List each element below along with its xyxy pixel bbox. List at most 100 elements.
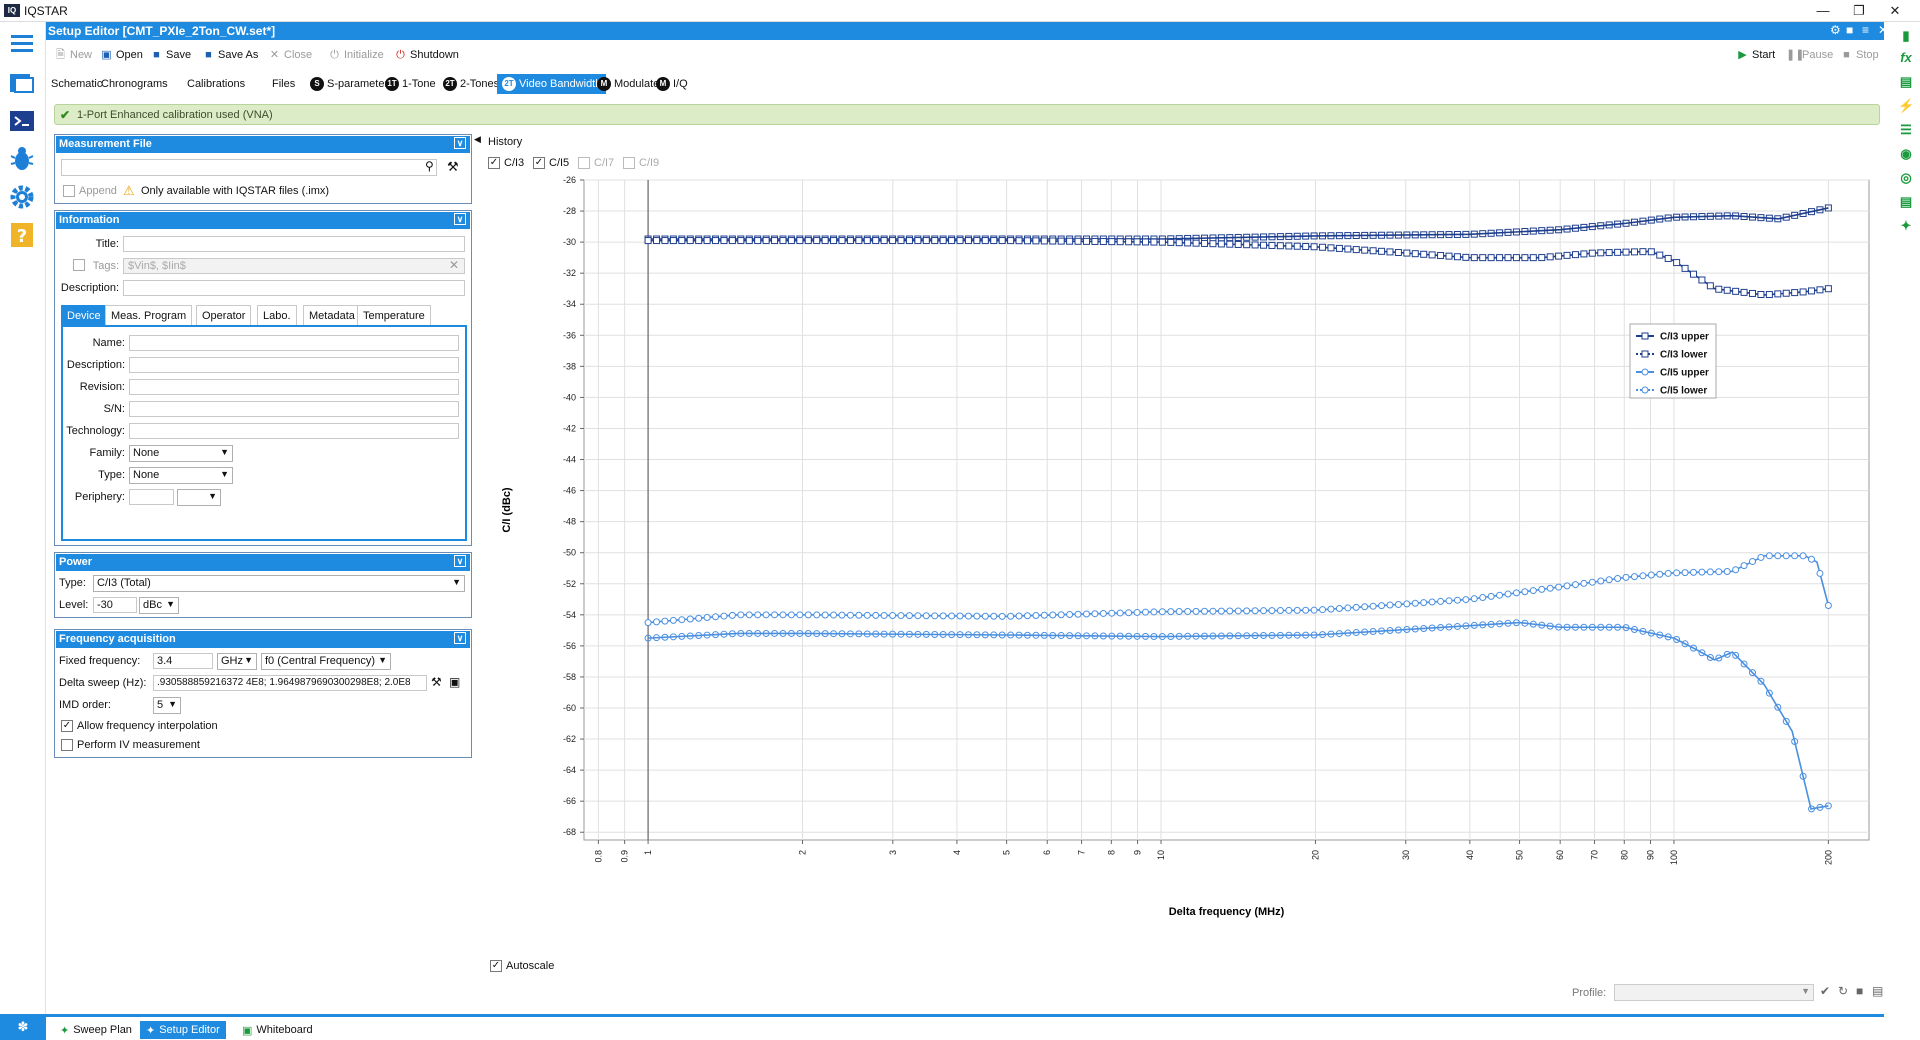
tab-calibrations[interactable]: Calibrations (182, 74, 250, 94)
antenna-icon[interactable]: ✦ (1898, 218, 1914, 234)
measurement-file-input[interactable] (61, 159, 437, 176)
tab-chronograms[interactable]: Chronograms (96, 74, 173, 94)
refresh-icon[interactable]: ↻ (1838, 984, 1848, 998)
collapse-chevron-icon[interactable]: ∨ (454, 137, 466, 149)
imd-order-select[interactable]: 5 ▼ (153, 697, 181, 714)
tags-checkbox[interactable] (73, 259, 85, 271)
terminal-icon[interactable] (7, 106, 37, 136)
subtab-labo-[interactable]: Labo. (257, 305, 297, 325)
restore-button[interactable]: ❐ (1842, 2, 1876, 20)
fixed-frequency-unit-select[interactable]: GHz ▼ (217, 653, 257, 670)
periphery-input[interactable] (129, 489, 174, 505)
series-checkbox-ci3[interactable]: ✓ (488, 157, 500, 169)
editor-settings-icon[interactable]: ⚙ (1830, 23, 1841, 37)
clear-tags-icon[interactable]: ✕ (449, 258, 459, 272)
splitter-arrow-icon[interactable]: ◀ (474, 134, 481, 145)
start-button[interactable]: ▶ Start (1736, 47, 1775, 63)
profile-select[interactable]: ▼ (1614, 984, 1814, 1001)
search-icon[interactable]: ⚲ (425, 159, 434, 173)
delete-profile-icon[interactable]: ▤ (1872, 984, 1883, 998)
settings-gear-icon[interactable] (7, 182, 37, 212)
data-point (1824, 602, 1832, 610)
tools-icon[interactable]: ⚒ (431, 675, 442, 689)
history-label: History (488, 136, 523, 148)
help-icon[interactable]: ? (7, 220, 37, 250)
database-icon[interactable]: ▤ (1898, 194, 1914, 210)
level-input[interactable]: -30 (93, 597, 137, 613)
append-checkbox[interactable] (63, 185, 75, 197)
sliders-icon[interactable]: ☰ (1898, 122, 1914, 138)
bottom-tab-sweep-plan[interactable]: ✦ Sweep Plan (54, 1021, 138, 1039)
power-type-select[interactable]: C/I3 (Total) ▼ (93, 575, 465, 592)
periphery-unit-select[interactable]: ▼ (177, 489, 221, 506)
collapse-chevron-icon[interactable]: ∨ (454, 632, 466, 644)
hamburger-menu-icon[interactable] (7, 28, 37, 58)
save-profile-icon[interactable]: ■ (1856, 984, 1863, 998)
subtab-metadata[interactable]: Metadata (303, 305, 361, 325)
delta-sweep-input[interactable]: .930588859216372 4E8; 1.9649879690300298… (153, 675, 427, 691)
subtab-temperature[interactable]: Temperature (357, 305, 431, 325)
series-checkbox-ci7[interactable] (578, 157, 590, 169)
frequency-mode-select[interactable]: f0 (Central Frequency) ▼ (261, 653, 391, 670)
subtab-meas-program[interactable]: Meas. Program (105, 305, 193, 325)
save-button[interactable]: ■ Save (150, 47, 191, 63)
revision-input[interactable] (129, 379, 459, 395)
new-button[interactable]: 🗎 New (54, 47, 92, 63)
close-button[interactable]: ✕ Close (268, 47, 312, 63)
folder-icon[interactable] (7, 68, 37, 98)
level-unit-select[interactable]: dBc ▼ (139, 597, 179, 614)
close-window-button[interactable]: ✕ (1878, 2, 1912, 20)
bottom-tab-whiteboard[interactable]: ▣ Whiteboard (236, 1021, 319, 1039)
save-as-button[interactable]: ■ Save As (202, 47, 258, 63)
tab-files[interactable]: Files (267, 74, 300, 94)
tab-video-bandwidth[interactable]: 2T Video Bandwidth (497, 74, 607, 94)
series-checkbox-ci9[interactable] (623, 157, 635, 169)
globe-icon[interactable]: ◎ (1898, 170, 1914, 186)
battery-icon[interactable]: ▮ (1898, 28, 1914, 44)
autoscale-checkbox[interactable]: ✓ (490, 960, 502, 972)
subtab-device[interactable]: Device (61, 305, 107, 325)
data-point (1622, 248, 1630, 256)
open-folder-icon[interactable]: ▣ (449, 675, 460, 689)
lightning-icon[interactable]: ⚡ (1898, 98, 1914, 114)
collapse-chevron-icon[interactable]: ∨ (454, 555, 466, 567)
tab-2-tones[interactable]: 2T 2-Tones (438, 74, 504, 94)
tab-1-tone[interactable]: 1T 1-Tone (380, 74, 441, 94)
data-point (1192, 607, 1200, 615)
target-icon[interactable]: ◉ (1898, 146, 1914, 162)
cid-chart[interactable]: -26 -28 -30 -32 -34 -36 -38 -40 -42 -44 -46 -48 -50 -… (484, 174, 1879, 934)
function-icon[interactable]: fx (1898, 50, 1914, 66)
title-input[interactable] (123, 236, 465, 252)
subtab-operator[interactable]: Operator (196, 305, 252, 325)
family-select[interactable]: None ▼ (129, 445, 233, 462)
tab-i-q[interactable]: M I/Q (651, 74, 693, 94)
apply-check-icon[interactable]: ✔ (1820, 984, 1830, 998)
device-description-input[interactable] (129, 357, 459, 373)
series-checkbox-ci5[interactable]: ✓ (533, 157, 545, 169)
pause-button[interactable]: ❚❚ Pause (1786, 47, 1833, 63)
minimize-button[interactable]: — (1806, 2, 1840, 20)
pin-icon[interactable]: ✽ (0, 1014, 46, 1040)
editor-pin-icon[interactable]: ■ (1846, 23, 1853, 37)
storage-icon[interactable]: ▤ (1898, 74, 1914, 90)
iv-measurement-checkbox[interactable] (61, 739, 73, 751)
tags-input[interactable]: $Vin$, $Iin$ (123, 258, 465, 274)
description-input[interactable] (123, 280, 465, 296)
shutdown-button[interactable]: ⏻ Shutdown (394, 47, 459, 63)
initialize-button[interactable]: ⏻ Initialize (328, 47, 384, 63)
bottom-tab-setup-editor[interactable]: ✦ Setup Editor (140, 1021, 226, 1039)
editor-menu-icon[interactable]: ≡ (1862, 23, 1869, 37)
editor-close-icon[interactable]: ✕ (1878, 23, 1888, 37)
type-select[interactable]: None ▼ (129, 467, 233, 484)
device-name-input[interactable] (129, 335, 459, 351)
open-button[interactable]: ▣ Open (100, 47, 143, 63)
fixed-frequency-input[interactable]: 3.4 (153, 653, 213, 669)
data-point (1394, 248, 1402, 256)
interpolation-checkbox[interactable]: ✓ (61, 720, 73, 732)
sn-input[interactable] (129, 401, 459, 417)
bug-icon[interactable] (7, 144, 37, 174)
stop-button[interactable]: ■ Stop (1840, 47, 1878, 63)
tools-icon[interactable]: ⚒ (447, 159, 459, 175)
technology-input[interactable] (129, 423, 459, 439)
collapse-chevron-icon[interactable]: ∨ (454, 213, 466, 225)
